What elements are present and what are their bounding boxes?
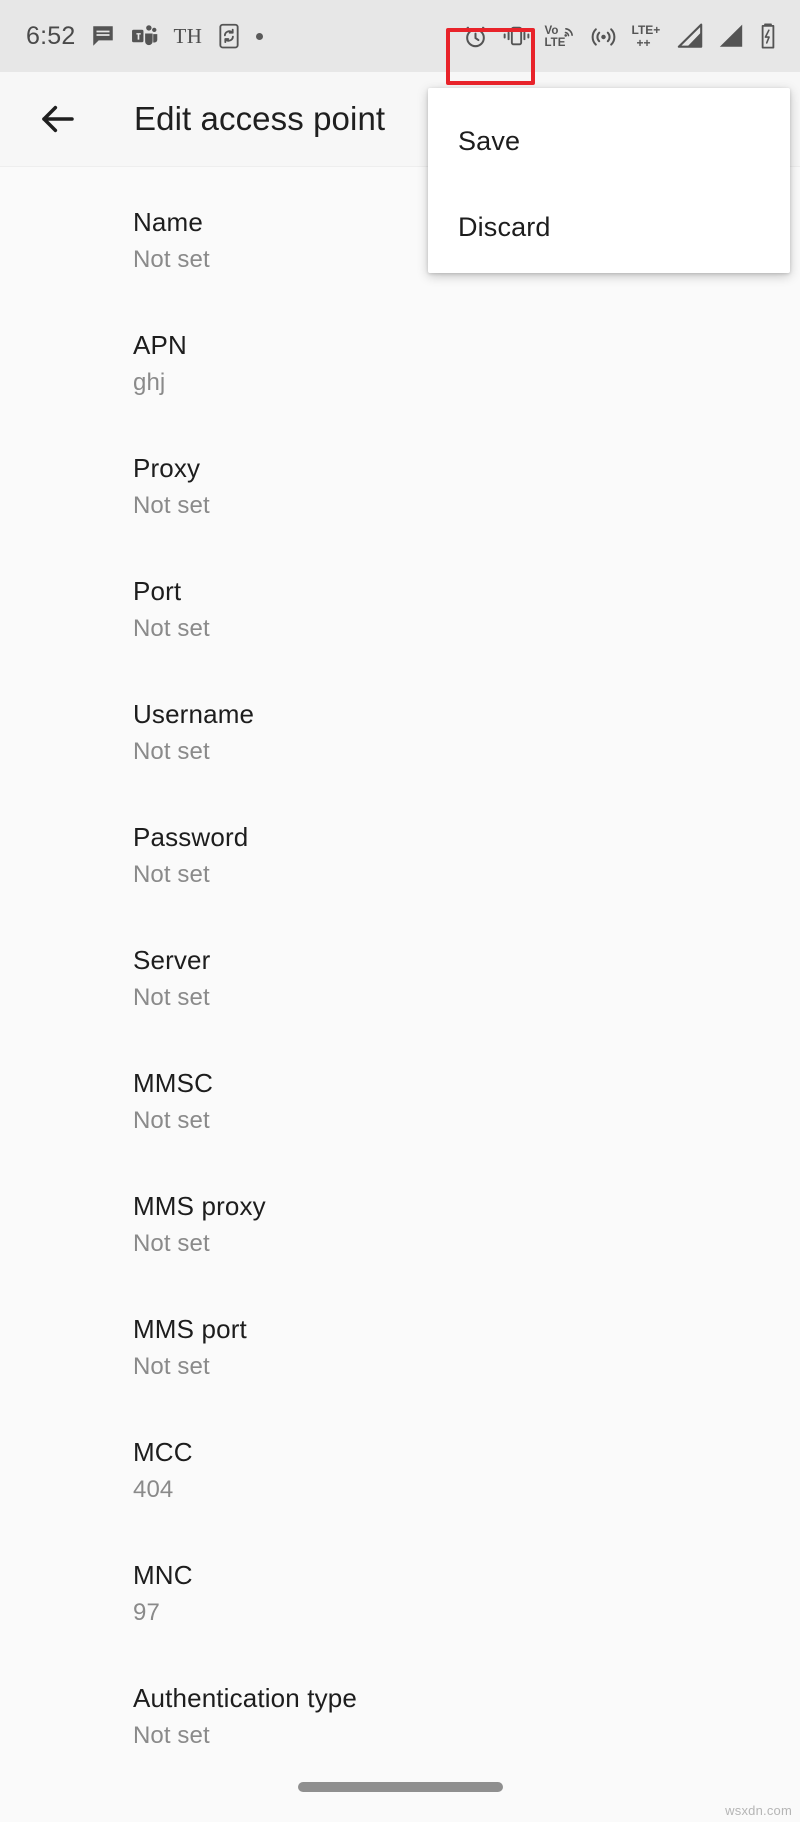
lte-plus-icon: LTE+ ++ [630, 22, 663, 50]
list-item-title: MCC [133, 1437, 193, 1467]
list-item-value: Not set [133, 1352, 210, 1380]
list-item-title: MMS port [133, 1314, 247, 1344]
menu-item-discard[interactable]: Discard [428, 184, 790, 270]
status-bar-left: 6:52 TH [26, 21, 264, 51]
svg-text:LTE+: LTE+ [632, 23, 661, 37]
list-item-mnc[interactable]: MNC 97 [0, 1547, 800, 1670]
list-item-value: Not set [133, 1106, 210, 1134]
list-item-value: ghj [133, 368, 166, 396]
status-bar: 6:52 TH Vo LTE LTE+ ++ [0, 0, 800, 72]
list-item-title: MNC [133, 1560, 193, 1590]
volte-icon: Vo LTE [544, 22, 577, 50]
signal-two-icon [717, 23, 745, 49]
svg-text:++: ++ [637, 36, 651, 50]
page-title: Edit access point [134, 100, 386, 137]
teams-icon [131, 23, 158, 49]
list-item-value: 404 [133, 1475, 174, 1503]
overflow-menu: Save Discard [428, 88, 790, 273]
list-item-title: Server [133, 945, 211, 975]
th-text-icon: TH [173, 23, 203, 48]
list-item-apn[interactable]: APN ghj [0, 317, 800, 440]
list-item-mms-port[interactable]: MMS port Not set [0, 1301, 800, 1424]
status-clock: 6:52 [26, 21, 76, 50]
list-item-port[interactable]: Port Not set [0, 563, 800, 686]
dot-icon [256, 32, 264, 40]
battery-charging-icon [758, 22, 778, 50]
list-item-value: 97 [133, 1598, 160, 1626]
list-item-title: Username [133, 699, 255, 729]
list-item-value: Not set [133, 491, 210, 519]
list-item-value: Not set [133, 1721, 210, 1749]
list-item-title: MMS proxy [133, 1191, 266, 1221]
list-item-title: Proxy [133, 453, 201, 483]
list-item-title: APN [133, 330, 187, 360]
messages-icon [90, 23, 116, 49]
watermark: wsxdn.com [725, 1803, 792, 1818]
signal-one-icon [676, 23, 704, 49]
menu-item-save[interactable]: Save [428, 98, 790, 184]
list-item-value: Not set [133, 860, 210, 888]
list-item-value: Not set [133, 737, 210, 765]
list-item-server[interactable]: Server Not set [0, 932, 800, 1055]
list-item-title: Port [133, 576, 182, 606]
list-item-title: MMSC [133, 1068, 214, 1098]
list-item-username[interactable]: Username Not set [0, 686, 800, 809]
vibrate-icon [502, 24, 531, 48]
list-item-title: Authentication type [133, 1683, 358, 1713]
status-bar-right: Vo LTE LTE+ ++ [462, 22, 778, 50]
hotspot-icon [590, 23, 617, 50]
list-item-proxy[interactable]: Proxy Not set [0, 440, 800, 563]
list-item-mmsc[interactable]: MMSC Not set [0, 1055, 800, 1178]
list-item-value: Not set [133, 614, 210, 642]
list-item-value: Not set [133, 983, 210, 1011]
home-gesture-handle[interactable] [297, 1782, 503, 1792]
list-item-title: Password [133, 822, 249, 852]
svg-text:Vo: Vo [545, 25, 559, 37]
list-item-mcc[interactable]: MCC 404 [0, 1424, 800, 1547]
svg-text:LTE: LTE [545, 37, 566, 49]
sync-phone-icon [217, 23, 241, 49]
list-item-password[interactable]: Password Not set [0, 809, 800, 932]
alarm-icon [462, 23, 489, 50]
list-item-mms-proxy[interactable]: MMS proxy Not set [0, 1178, 800, 1301]
back-button[interactable] [22, 83, 94, 155]
phone-screen: 6:52 TH Vo LTE LTE+ ++ Edit access point… [0, 0, 800, 1822]
access-point-settings-list: Name Not set APN ghj Proxy Not set Port … [0, 168, 800, 1822]
list-item-value: Not set [133, 1229, 210, 1257]
system-nav-bar [0, 1764, 800, 1822]
